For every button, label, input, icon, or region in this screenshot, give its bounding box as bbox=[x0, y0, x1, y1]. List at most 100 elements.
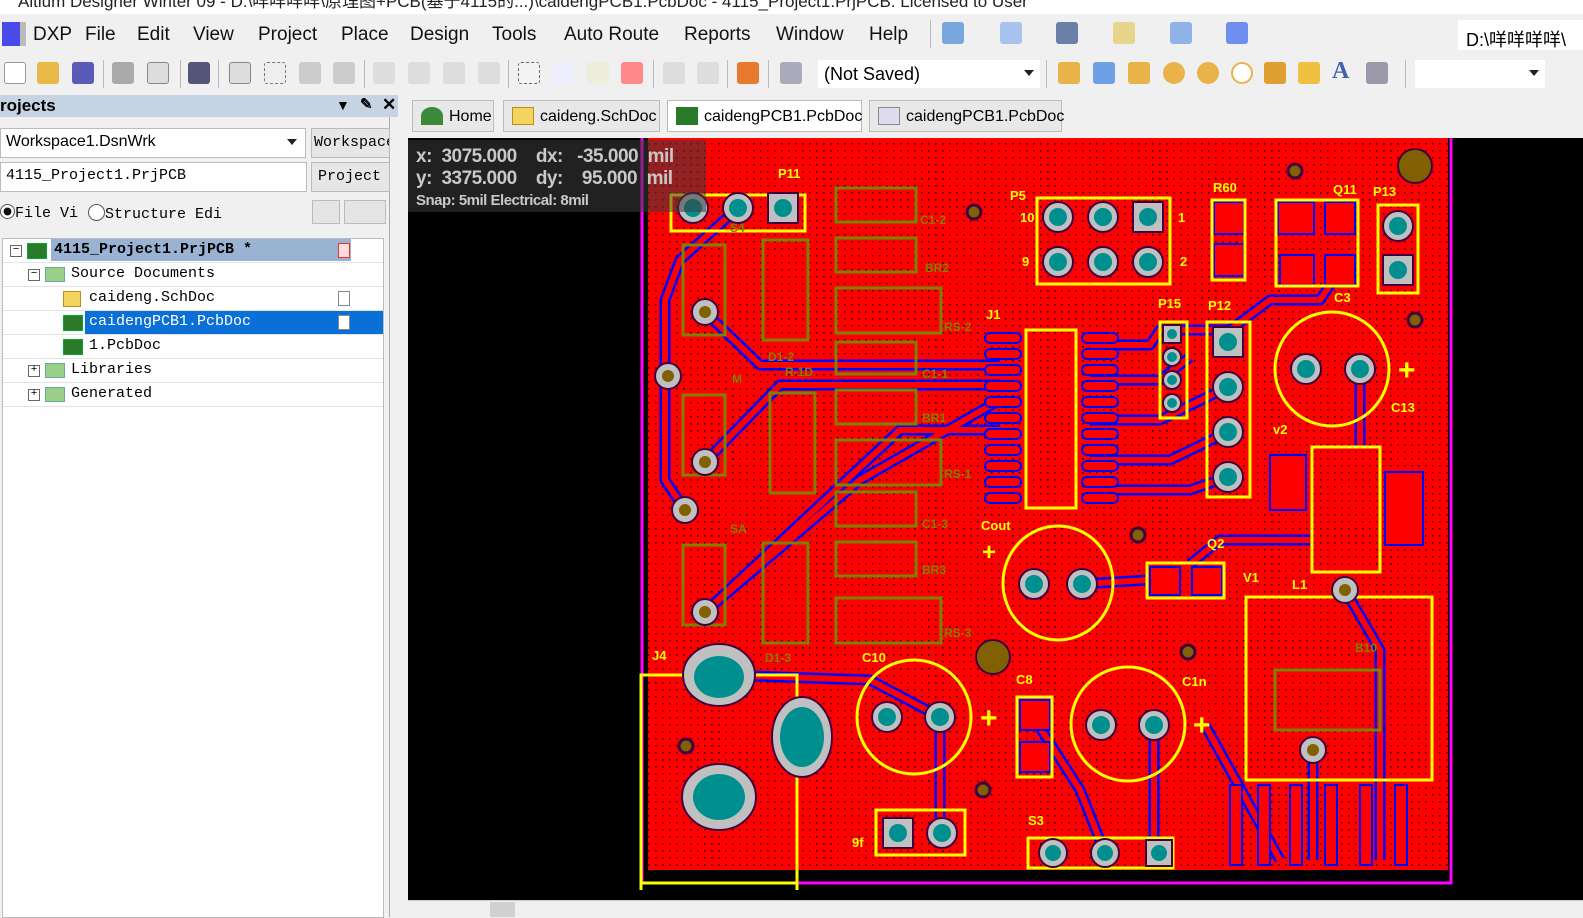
browse-components-icon[interactable] bbox=[780, 62, 802, 84]
tab-pcbdoc-active[interactable]: caidengPCB1.PcbDoc bbox=[667, 100, 862, 132]
tab-label: Home bbox=[449, 108, 492, 125]
close-icon[interactable]: ✕ bbox=[382, 95, 396, 115]
project-options-icon[interactable] bbox=[344, 200, 386, 224]
find-icon[interactable] bbox=[1056, 22, 1078, 44]
menu-help[interactable]: Help bbox=[869, 24, 908, 46]
label-v1: V1 bbox=[1243, 570, 1259, 585]
via-icon[interactable] bbox=[1197, 62, 1219, 84]
chevron-down-icon bbox=[1529, 70, 1539, 76]
interactive-route-icon[interactable] bbox=[1058, 62, 1080, 84]
svg-text:C1-1: C1-1 bbox=[922, 367, 948, 381]
menu-view[interactable]: View bbox=[193, 24, 234, 46]
diff-pair-route-icon[interactable] bbox=[1093, 62, 1115, 84]
project-field[interactable]: 4115_Project1.PrjPCB bbox=[0, 162, 307, 192]
pcb-canvas[interactable]: C1-2 BR2 RS-2 D1-2 R-1D C1-1 BR1 RS-1 C1… bbox=[408, 130, 1583, 908]
horizontal-scrollbar[interactable] bbox=[408, 900, 1583, 917]
radio-label: Structure Edi bbox=[105, 206, 223, 223]
path-field[interactable]: D:\咩咩咩咩\ bbox=[1458, 20, 1583, 50]
tree-item-doc[interactable]: 1.PcbDoc bbox=[3, 335, 383, 359]
tree-item-project[interactable]: − 4115_Project1.PrjPCB * bbox=[3, 239, 383, 263]
string-icon[interactable]: A bbox=[1332, 58, 1354, 84]
svg-text:1: 1 bbox=[1178, 210, 1185, 225]
multi-route-icon[interactable] bbox=[1128, 62, 1150, 84]
deselect-icon[interactable] bbox=[587, 62, 609, 84]
clear-filter-icon[interactable] bbox=[621, 62, 643, 84]
workspace-button[interactable]: Workspace bbox=[311, 128, 390, 158]
tab-pcbdoc-browser[interactable]: caidengPCB1.PcbDoc bbox=[869, 100, 1064, 132]
menu-place[interactable]: Place bbox=[341, 24, 389, 46]
radio-structure-editor[interactable]: Structure Edi bbox=[88, 204, 222, 223]
zoom-filtered-icon[interactable] bbox=[333, 62, 355, 84]
tab-schdoc[interactable]: caideng.SchDoc bbox=[503, 100, 660, 132]
menu-dxp[interactable]: DXP bbox=[33, 24, 72, 46]
tab-home[interactable]: Home bbox=[412, 100, 494, 132]
polygon-icon[interactable] bbox=[1298, 62, 1320, 84]
chevron-down-icon bbox=[1024, 70, 1034, 76]
scrollbar-thumb[interactable] bbox=[490, 902, 515, 917]
tree-item-source-documents[interactable]: − Source Documents bbox=[3, 263, 383, 287]
menu-edit[interactable]: Edit bbox=[137, 24, 170, 46]
pin-icon[interactable]: ✎ bbox=[360, 95, 373, 113]
menu-design[interactable]: Design bbox=[410, 24, 469, 46]
menu-window[interactable]: Window bbox=[776, 24, 844, 46]
copy-icon[interactable] bbox=[408, 62, 430, 84]
tree-item-generated[interactable]: + Generated bbox=[3, 383, 383, 407]
save-icon[interactable] bbox=[72, 62, 94, 84]
variant-combo[interactable]: (Not Saved) bbox=[818, 60, 1040, 88]
label-cout: Cout bbox=[981, 518, 1011, 533]
grid-icon[interactable] bbox=[1226, 22, 1248, 44]
label-p11: P11 bbox=[778, 166, 800, 181]
room-icon[interactable] bbox=[1170, 22, 1192, 44]
print-preview-icon[interactable] bbox=[147, 62, 169, 84]
fill-icon[interactable] bbox=[1264, 62, 1286, 84]
label-r60: R60 bbox=[1213, 180, 1237, 195]
project-button[interactable]: Project bbox=[311, 162, 390, 192]
layer-combo[interactable] bbox=[1415, 60, 1545, 88]
arc-icon[interactable] bbox=[1231, 62, 1253, 84]
radio-file-view[interactable]: File Vi bbox=[0, 204, 78, 222]
home-icon bbox=[421, 107, 443, 125]
menu-auto-route[interactable]: Auto Route bbox=[564, 24, 659, 46]
tree-label: Generated bbox=[71, 385, 153, 402]
menu-file[interactable]: File bbox=[85, 24, 116, 46]
zoom-area-icon[interactable] bbox=[264, 62, 286, 84]
paste-icon[interactable] bbox=[443, 62, 465, 84]
redo-icon[interactable] bbox=[697, 62, 719, 84]
tree-label: 1.PcbDoc bbox=[89, 337, 162, 354]
component-icon[interactable] bbox=[1366, 62, 1388, 84]
new-icon[interactable] bbox=[4, 62, 26, 84]
undo-icon[interactable] bbox=[663, 62, 685, 84]
pad-icon[interactable] bbox=[1163, 62, 1185, 84]
svg-text:SA: SA bbox=[730, 522, 747, 536]
panel-menu-icon[interactable]: ▼ bbox=[336, 97, 350, 113]
workspace-combo[interactable]: Workspace1.DsnWrk bbox=[0, 128, 306, 158]
measure-icon[interactable] bbox=[1113, 22, 1135, 44]
design-rule-icon[interactable] bbox=[942, 22, 964, 44]
svg-text:RS-1: RS-1 bbox=[944, 467, 972, 481]
menu-reports[interactable]: Reports bbox=[684, 24, 751, 46]
zoom-selected-icon[interactable] bbox=[299, 62, 321, 84]
move-icon[interactable] bbox=[552, 62, 574, 84]
pcb-icon bbox=[63, 339, 83, 355]
compile-icon[interactable] bbox=[312, 200, 340, 224]
collapse-icon[interactable]: − bbox=[28, 269, 40, 281]
layers-icon[interactable] bbox=[188, 62, 210, 84]
tree-item-doc[interactable]: caideng.SchDoc bbox=[3, 287, 383, 311]
zoom-fit-icon[interactable] bbox=[229, 62, 251, 84]
select-area-icon[interactable] bbox=[518, 62, 540, 84]
expand-icon[interactable]: + bbox=[28, 365, 40, 377]
readout-y: y: 3375.000 dy: 95.000 mil bbox=[416, 168, 673, 189]
tree-item-libraries[interactable]: + Libraries bbox=[3, 359, 383, 383]
align-icon[interactable] bbox=[1000, 22, 1022, 44]
collapse-icon[interactable]: − bbox=[10, 245, 22, 257]
cut-icon[interactable] bbox=[373, 62, 395, 84]
menu-tools[interactable]: Tools bbox=[492, 24, 536, 46]
expand-icon[interactable]: + bbox=[28, 389, 40, 401]
cross-probe-icon[interactable] bbox=[737, 62, 759, 84]
menu-project[interactable]: Project bbox=[258, 24, 317, 46]
open-icon[interactable] bbox=[37, 62, 59, 84]
tree-item-doc-selected[interactable]: caidengPCB1.PcbDoc bbox=[3, 311, 383, 335]
print-icon[interactable] bbox=[112, 62, 134, 84]
svg-text:+: + bbox=[980, 702, 998, 735]
rubber-stamp-icon[interactable] bbox=[478, 62, 500, 84]
